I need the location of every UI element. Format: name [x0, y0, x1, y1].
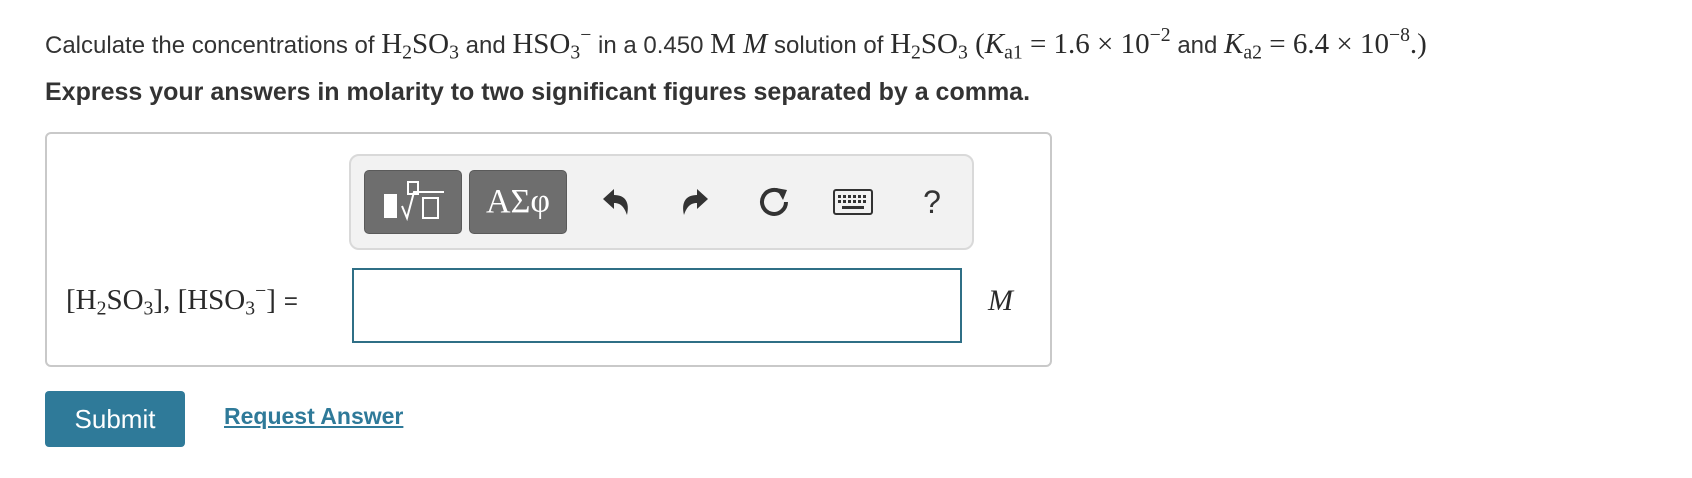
symbols-button[interactable]: ΑΣφ: [469, 170, 567, 234]
formula-h2so3: H2SO3: [381, 28, 459, 64]
submit-button[interactable]: Submit: [45, 391, 185, 447]
instruction-text: Express your answers in molarity to two …: [45, 78, 1031, 106]
undo-icon: [603, 189, 628, 215]
request-answer-link[interactable]: Request Answer: [224, 403, 403, 430]
reset-button[interactable]: [750, 178, 798, 226]
answer-label: [H2SO3], [HSO3−] =: [66, 279, 298, 320]
keyboard-button[interactable]: [829, 178, 877, 226]
unit-molar: M M: [710, 28, 768, 60]
keyboard-icon: [833, 189, 873, 215]
formula-hso3: HSO3−: [512, 23, 592, 64]
math-toolbar: ΑΣφ ?: [349, 154, 974, 250]
formula-h2so3-2: H2SO3 (Ka1 = 1.6 × 10−2: [890, 23, 1171, 64]
help-button[interactable]: ?: [908, 178, 956, 226]
redo-button[interactable]: [671, 178, 719, 226]
reset-icon: [760, 187, 788, 216]
ka2-expression: Ka2 = 6.4 × 10−8.): [1224, 23, 1427, 64]
redo-icon: [683, 189, 708, 215]
templates-icon: [384, 181, 444, 222]
answer-input[interactable]: [352, 268, 962, 343]
answer-unit: M: [988, 284, 1013, 317]
templates-button[interactable]: [364, 170, 462, 234]
question-text: Calculate the concentrations of H2SO3 an…: [45, 23, 1427, 64]
undo-button[interactable]: [592, 178, 640, 226]
